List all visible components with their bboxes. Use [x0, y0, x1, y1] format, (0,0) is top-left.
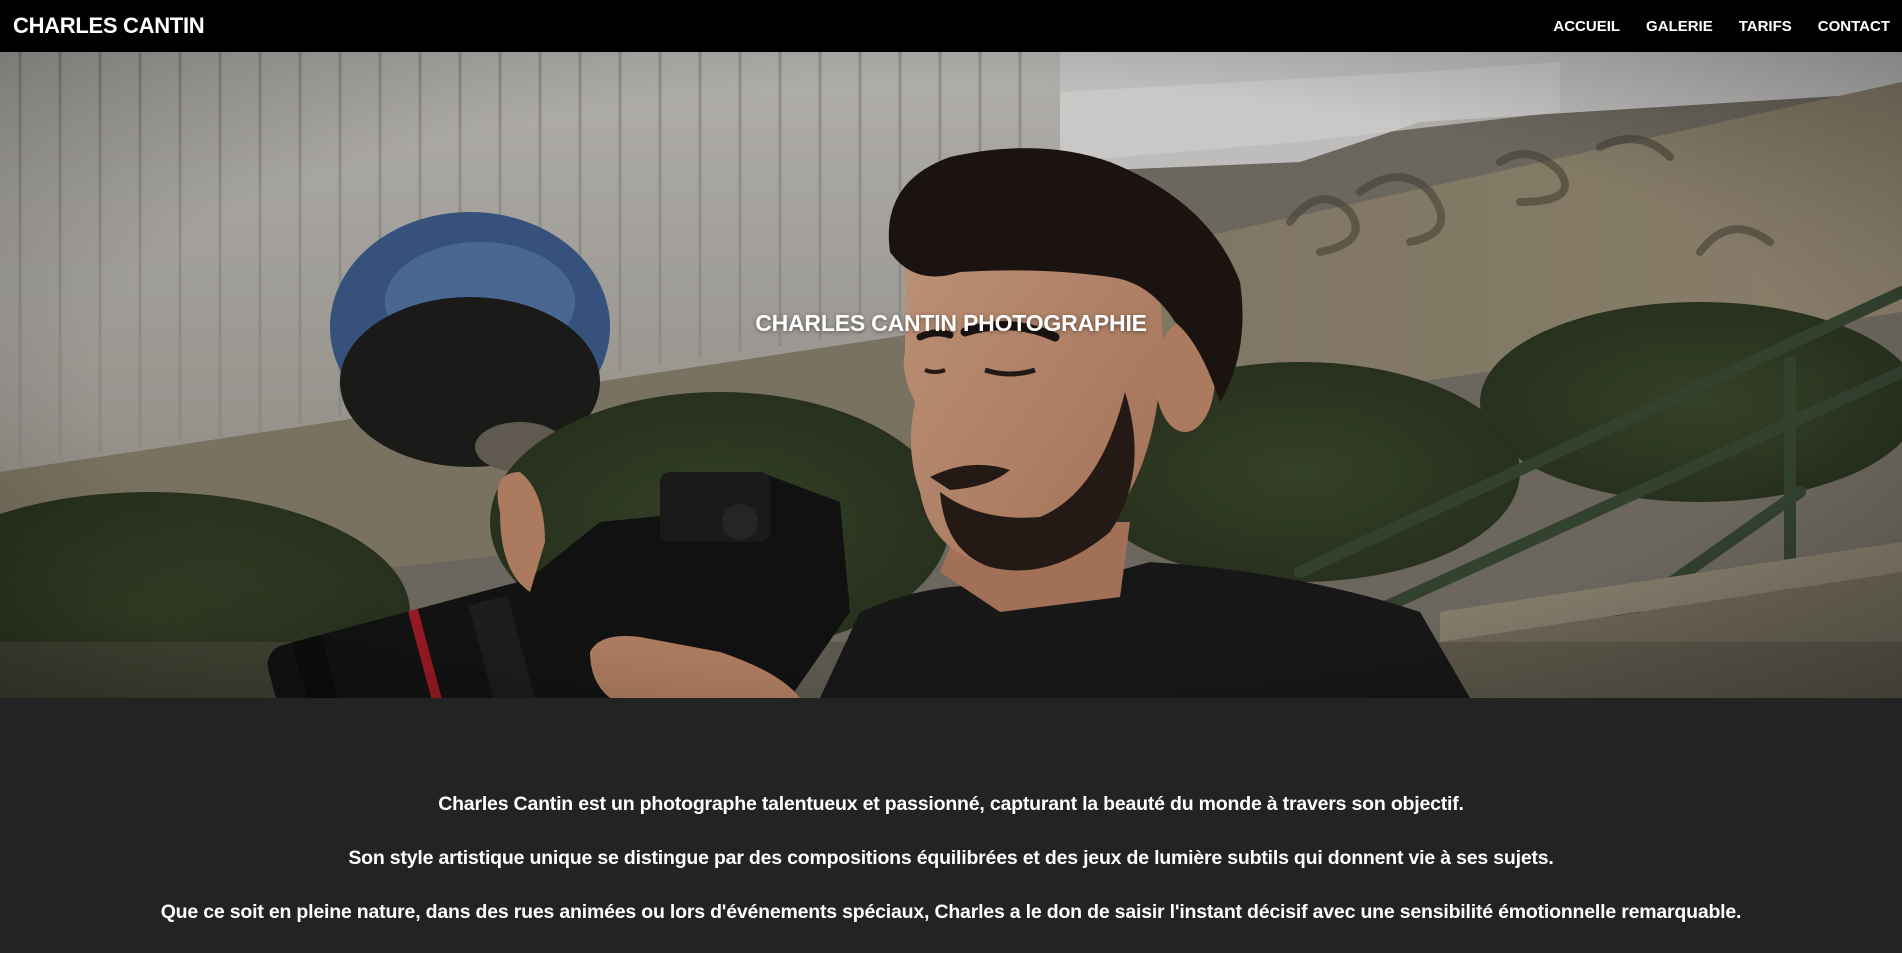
hero-image [0, 52, 1902, 698]
about-paragraph-3: Que ce soit en pleine nature, dans des r… [160, 901, 1742, 923]
main-nav: ACCUEIL GALERIE TARIFS CONTACT [1540, 18, 1890, 35]
about-paragraph-1: Charles Cantin est un photographe talent… [438, 793, 1464, 815]
site-header: CHARLES CANTIN ACCUEIL GALERIE TARIFS CO… [0, 0, 1902, 52]
nav-item-accueil[interactable]: ACCUEIL [1540, 18, 1633, 35]
hero-title: CHARLES CANTIN PHOTOGRAPHIE [755, 310, 1147, 337]
brand-logo[interactable]: CHARLES CANTIN [13, 13, 205, 39]
about-paragraph-2: Son style artistique unique se distingue… [348, 847, 1554, 869]
nav-item-tarifs[interactable]: TARIFS [1726, 18, 1805, 35]
about-section: Charles Cantin est un photographe talent… [0, 698, 1902, 953]
nav-item-galerie[interactable]: GALERIE [1633, 18, 1726, 35]
nav-item-contact[interactable]: CONTACT [1805, 18, 1890, 35]
hero-banner: CHARLES CANTIN PHOTOGRAPHIE [0, 52, 1902, 698]
